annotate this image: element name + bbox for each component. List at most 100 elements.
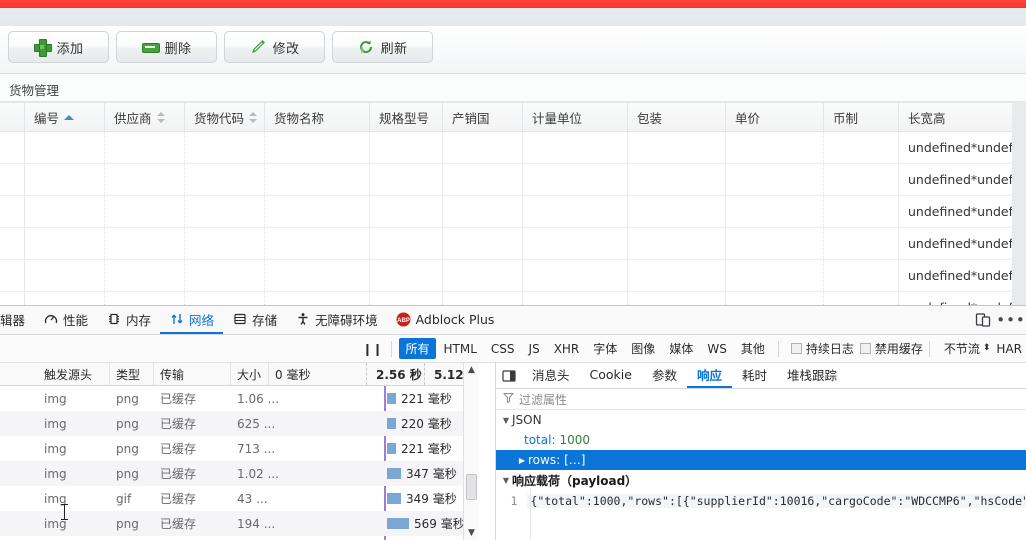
cell-unit-price: [726, 228, 824, 259]
table-row[interactable]: undefined*undefined: [0, 132, 1026, 164]
devtools-tab-storage[interactable]: 存储: [223, 306, 286, 334]
request-row[interactable]: img png 已缓存 1.02 ... 347 毫秒: [0, 461, 478, 486]
chevron-right-icon[interactable]: ▶: [516, 456, 528, 465]
row-checkbox-cell[interactable]: [0, 228, 25, 259]
cell-cargo-code: [185, 164, 265, 195]
grid-header-id[interactable]: 编号: [25, 103, 105, 131]
sort-toggle-icon[interactable]: [249, 111, 258, 123]
grid-header-checkbox-cell[interactable]: [0, 103, 25, 131]
grid-header-unit[interactable]: 计量单位: [523, 103, 628, 131]
scrollbar-thumb[interactable]: [466, 474, 477, 500]
row-checkbox-cell[interactable]: [0, 164, 25, 195]
grid-header-unit-price[interactable]: 单价: [726, 103, 824, 131]
payload-section-header[interactable]: ▼ 响应载荷（payload）: [496, 470, 1026, 490]
collapse-panel-icon[interactable]: [496, 363, 522, 388]
json-entry-total[interactable]: total: 1000: [496, 430, 1026, 450]
cell-supplier: [105, 132, 185, 163]
request-list-scrollbar[interactable]: ▲ ▼: [463, 363, 478, 540]
devtools-tab-adblock-plus[interactable]: ABP Adblock Plus: [387, 306, 504, 334]
devtools-tab-network[interactable]: 网络: [160, 306, 224, 334]
responsive-design-icon[interactable]: [974, 311, 992, 329]
table-row[interactable]: undefined*undefined: [0, 260, 1026, 292]
devtools-tab-accessibility[interactable]: 无障碍环境: [286, 306, 387, 334]
cell-id: [25, 228, 105, 259]
pause-recording-button[interactable]: ❙❙: [359, 339, 385, 359]
cell-supplier: [105, 164, 185, 195]
tab-cookie[interactable]: Cookie: [580, 363, 642, 388]
filter-chip-all[interactable]: 所有: [399, 338, 436, 359]
grid-header-package[interactable]: 包装: [628, 103, 726, 131]
sort-toggle-icon[interactable]: [156, 111, 165, 123]
row-checkbox-cell[interactable]: [0, 260, 25, 291]
request-row[interactable]: img png 已缓存 713 ... 221 毫秒: [0, 436, 478, 461]
property-filter-row[interactable]: 过滤属性: [496, 389, 1026, 410]
grid-header-origin-country[interactable]: 产销国: [443, 103, 523, 131]
filter-chip-xhr[interactable]: XHR: [548, 340, 586, 358]
grid-header-supplier[interactable]: 供应商: [105, 103, 185, 131]
json-entry-rows[interactable]: ▶ rows: […]: [496, 450, 1026, 470]
grid-header-spec-model[interactable]: 规格型号: [370, 103, 443, 131]
grid-header-cargo-code[interactable]: 货物代码: [185, 103, 265, 131]
disable-cache-checkbox[interactable]: 禁用缓存: [859, 340, 923, 357]
cell-unit-price: [726, 164, 824, 195]
add-button[interactable]: 添加: [8, 31, 109, 63]
tab-stack-trace[interactable]: 堆栈跟踪: [777, 363, 847, 388]
devtools-tab-debugger[interactable]: 辑器: [0, 306, 34, 334]
more-options-icon[interactable]: •••: [996, 311, 1025, 329]
request-row[interactable]: img png 已缓存 1.06 ... 221 毫秒: [0, 386, 478, 411]
chevron-down-icon[interactable]: ▼: [500, 476, 512, 485]
grid-header-dimensions[interactable]: 长宽高: [899, 103, 1012, 131]
delete-button[interactable]: 删除: [116, 31, 217, 63]
request-size: 625 ...: [237, 416, 276, 431]
request-row[interactable]: img png 已缓存 625 ... 220 毫秒: [0, 411, 478, 436]
table-row[interactable]: undefined*undefined: [0, 292, 1026, 305]
request-header-cause[interactable]: 触发源头: [38, 363, 110, 385]
filter-chip-css[interactable]: CSS: [485, 340, 521, 358]
filter-chip-image[interactable]: 图像: [625, 338, 661, 359]
filter-icon: [502, 392, 515, 406]
table-row[interactable]: undefined*undefined: [0, 228, 1026, 260]
request-time: 221 毫秒: [401, 442, 452, 456]
tab-timings[interactable]: 耗时: [732, 363, 777, 388]
edit-button[interactable]: 修改: [224, 31, 325, 63]
sort-ascending-icon[interactable]: [64, 112, 75, 123]
tab-headers[interactable]: 消息头: [522, 363, 580, 388]
filter-chip-ws[interactable]: WS: [701, 340, 732, 358]
refresh-button[interactable]: 刷新: [332, 31, 433, 63]
table-row[interactable]: undefined*undefined: [0, 164, 1026, 196]
filter-chip-other[interactable]: 其他: [735, 338, 771, 359]
devtools-tab-memory-label: 内存: [126, 312, 152, 328]
filter-chip-font[interactable]: 字体: [587, 338, 623, 359]
request-header-transfer[interactable]: 传输: [154, 363, 231, 385]
grid-header-currency[interactable]: 币制: [824, 103, 899, 131]
cell-cargo-name: [265, 164, 370, 195]
throttling-select[interactable]: 不节流 ⬍: [944, 340, 991, 357]
table-row[interactable]: undefined*undefined: [0, 196, 1026, 228]
filter-chip-js[interactable]: JS: [523, 340, 546, 358]
row-checkbox-cell[interactable]: [0, 132, 25, 163]
scroll-down-arrow-icon[interactable]: ▼: [464, 526, 478, 540]
persist-logs-checkbox[interactable]: 持续日志: [790, 340, 854, 357]
payload-source-line[interactable]: 1 {"total":1000,"rows":[{"supplierId":10…: [496, 490, 1026, 512]
request-header-size[interactable]: 大小: [231, 363, 269, 385]
grid-vertical-scrollbar[interactable]: [1012, 102, 1026, 305]
devtools-tab-debugger-label: 辑器: [0, 312, 26, 328]
har-menu-button[interactable]: HAR: [996, 342, 1022, 356]
request-row[interactable]: img gif 已缓存 43 ... 349 毫秒: [0, 486, 478, 511]
devtools-tab-memory[interactable]: 内存: [97, 306, 160, 334]
chevron-down-icon[interactable]: ▼: [500, 416, 512, 425]
request-header-type[interactable]: 类型: [110, 363, 154, 385]
row-checkbox-cell[interactable]: [0, 196, 25, 227]
tab-response[interactable]: 响应: [686, 363, 732, 388]
request-size: 1.06 ...: [237, 391, 279, 406]
tab-params[interactable]: 参数: [642, 363, 687, 388]
json-root-node[interactable]: ▼ JSON: [496, 410, 1026, 430]
request-cause: img: [44, 441, 67, 456]
scroll-up-arrow-icon[interactable]: ▲: [464, 363, 478, 377]
devtools-tab-performance[interactable]: 性能: [34, 306, 97, 334]
filter-chip-media[interactable]: 媒体: [663, 338, 699, 359]
grid-header-cargo-name[interactable]: 货物名称: [265, 103, 370, 131]
request-row[interactable]: img png 已缓存 194 ... 569 毫秒: [0, 511, 478, 536]
row-checkbox-cell[interactable]: [0, 292, 25, 305]
filter-chip-html[interactable]: HTML: [438, 340, 483, 358]
